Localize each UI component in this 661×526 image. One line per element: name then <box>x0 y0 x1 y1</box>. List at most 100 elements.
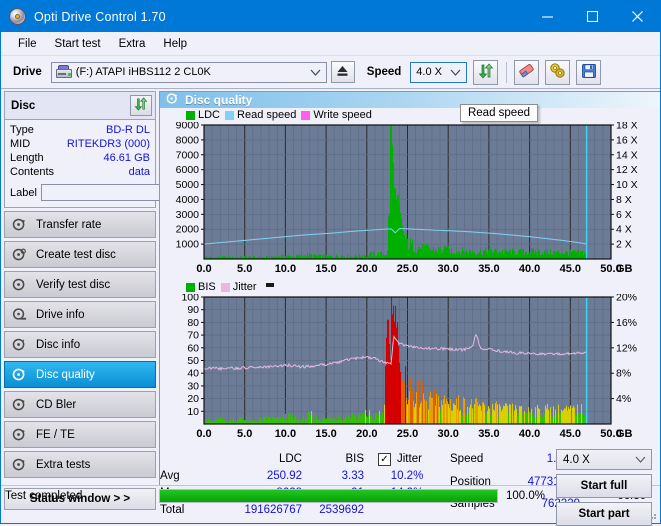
main-area: Disc Type BD-R DL MID RITEKDR3 (000) Len… <box>1 89 660 526</box>
speed-select[interactable]: 4.0 X <box>410 61 468 83</box>
ldc-read-speed-chart[interactable]: 1000 2000 3000 4000 5000 6000 7000 8000 9000 2 X 4… <box>162 120 657 277</box>
sidebar-item-label: Drive info <box>36 308 85 321</box>
disc-row-type: Type BD-R DL <box>10 123 150 137</box>
legend-item-jitter: Jitter <box>220 281 257 293</box>
test-speed-select[interactable]: 4.0 X <box>556 449 652 470</box>
jitter-column: ✓ Jitter 10.2% 14.2% <box>378 451 436 519</box>
svg-text:12%: 12% <box>616 342 637 354</box>
window-title: Opti Drive Control 1.70 <box>34 9 166 24</box>
drive-select[interactable]: (F:) ATAPI iHBS112 2 CL0K <box>50 61 327 83</box>
legend-swatch-bis <box>186 282 195 292</box>
svg-text:16%: 16% <box>616 317 637 329</box>
error-table: LDC BIS Avg 250.92 3.33 Max 8628 91 Tota… <box>160 451 364 519</box>
disc-quality-icon <box>166 92 179 108</box>
erase-button[interactable] <box>514 59 540 85</box>
stats-bis-avg: 3.33 <box>341 470 364 482</box>
panel-header: Disc quality <box>160 92 660 108</box>
stats-header-ldc: LDC <box>278 453 302 465</box>
resize-grip[interactable] <box>647 510 657 520</box>
menu-extra[interactable]: Extra <box>110 36 155 52</box>
sidebar-item-transfer-rate[interactable]: Transfer rate <box>4 211 156 238</box>
eject-button[interactable] <box>330 61 355 83</box>
disc-label-key: Label <box>10 186 37 199</box>
svg-text:25.0: 25.0 <box>397 263 418 275</box>
sidebar-item-fe-te[interactable]: FE / TE <box>4 421 156 448</box>
drive-icon <box>55 65 72 79</box>
window-controls <box>525 1 660 32</box>
close-button[interactable] <box>615 1 660 32</box>
jitter-avg: 10.2% <box>390 470 424 482</box>
svg-text:40.0: 40.0 <box>519 263 540 275</box>
start-part-button[interactable]: Start part <box>556 502 652 526</box>
eraser-icon <box>518 62 535 82</box>
svg-text:9000: 9000 <box>176 122 200 132</box>
svg-text:GB: GB <box>616 428 633 440</box>
start-full-button[interactable]: Start full <box>556 474 652 498</box>
disc-row-key: MID <box>10 138 31 150</box>
svg-text:4000: 4000 <box>176 194 200 206</box>
svg-text:30: 30 <box>187 380 199 392</box>
sidebar-item-extra-tests[interactable]: Extra tests <box>4 451 156 478</box>
svg-text:60: 60 <box>187 342 199 354</box>
test-speed-value: 4.0 X <box>563 453 590 466</box>
sidebar-item-verify-test-disc[interactable]: Verify test disc <box>4 271 156 298</box>
legend-swatch-read-speed <box>225 110 235 120</box>
legend-item-write-speed: Write speed <box>301 109 372 121</box>
drive-label: Drive <box>13 66 42 78</box>
svg-text:1000: 1000 <box>176 239 200 251</box>
toolbar: Drive (F:) ATAPI iHBS112 2 CL0K Speed 4.… <box>1 56 660 89</box>
sidebar-item-label: Disc quality <box>36 368 95 381</box>
svg-text:15.0: 15.0 <box>315 263 336 275</box>
sidebar-item-disc-quality[interactable]: Disc quality <box>4 361 156 388</box>
sidebar-item-cd-bler[interactable]: CD Bler <box>4 391 156 418</box>
disc-row-length: Length 46.61 GB <box>10 151 150 165</box>
cd-bler-icon <box>12 397 27 412</box>
menu-file[interactable]: File <box>9 36 46 52</box>
jitter-checkbox[interactable]: ✓ <box>378 453 391 466</box>
svg-text:10 X: 10 X <box>616 179 638 191</box>
transfer-rate-icon <box>12 217 27 232</box>
svg-text:5.0: 5.0 <box>237 428 252 440</box>
sidebar-item-label: Transfer rate <box>36 218 102 231</box>
maximize-button[interactable] <box>570 1 615 32</box>
disc-row-mid: MID RITEKDR3 (000) <box>10 137 150 151</box>
svg-text:15.0: 15.0 <box>315 428 336 440</box>
svg-text:45.0: 45.0 <box>560 263 581 275</box>
svg-text:2 X: 2 X <box>616 239 632 251</box>
menu-start-test[interactable]: Start test <box>46 36 110 52</box>
toolbar-separator <box>506 61 508 83</box>
read-speed-tooltip: Read speed <box>459 104 538 122</box>
svg-text:45.0: 45.0 <box>560 428 581 440</box>
save-button[interactable] <box>576 59 602 85</box>
sidebar-item-drive-info[interactable]: Drive info <box>4 301 156 328</box>
svg-text:10.0: 10.0 <box>275 263 296 275</box>
menu-help[interactable]: Help <box>154 36 196 52</box>
disc-panel-header: Disc <box>5 92 155 120</box>
chevron-down-icon <box>310 68 321 80</box>
sidebar-item-create-test-disc[interactable]: Create test disc <box>4 241 156 268</box>
sidebar-item-label: Create test disc <box>36 248 116 261</box>
disc-row-value: 46.61 GB <box>103 152 150 164</box>
tools-icon <box>549 62 566 82</box>
svg-text:5000: 5000 <box>176 179 200 191</box>
legend-label-ldc: LDC <box>198 109 221 121</box>
minimize-button[interactable] <box>525 1 570 32</box>
disc-info-panel: Disc Type BD-R DL MID RITEKDR3 (000) Len… <box>4 91 244 208</box>
disc-row-key: Contents <box>10 166 55 178</box>
sidebar: Disc Type BD-R DL MID RITEKDR3 (000) Len… <box>1 89 244 510</box>
refresh-button[interactable] <box>473 59 499 85</box>
svg-text:2000: 2000 <box>176 224 200 236</box>
svg-text:25.0: 25.0 <box>397 428 418 440</box>
tools-button[interactable] <box>545 59 571 85</box>
jitter-header: ✓ Jitter <box>378 451 436 468</box>
svg-text:8000: 8000 <box>176 134 200 146</box>
bis-chart-legend: BIS Jitter <box>162 280 658 294</box>
svg-text:40: 40 <box>187 368 199 380</box>
check-icon: ✓ <box>380 453 389 465</box>
bis-jitter-chart[interactable]: 102030405060708090100 4% 8% 12% 16% 20% 0.0 5.0… <box>162 292 657 442</box>
sidebar-item-disc-info[interactable]: Disc info <box>4 331 156 358</box>
disc-refresh-button[interactable] <box>130 95 152 116</box>
sidebar-item-label: Disc info <box>36 338 81 351</box>
disc-quality-icon <box>12 367 27 382</box>
